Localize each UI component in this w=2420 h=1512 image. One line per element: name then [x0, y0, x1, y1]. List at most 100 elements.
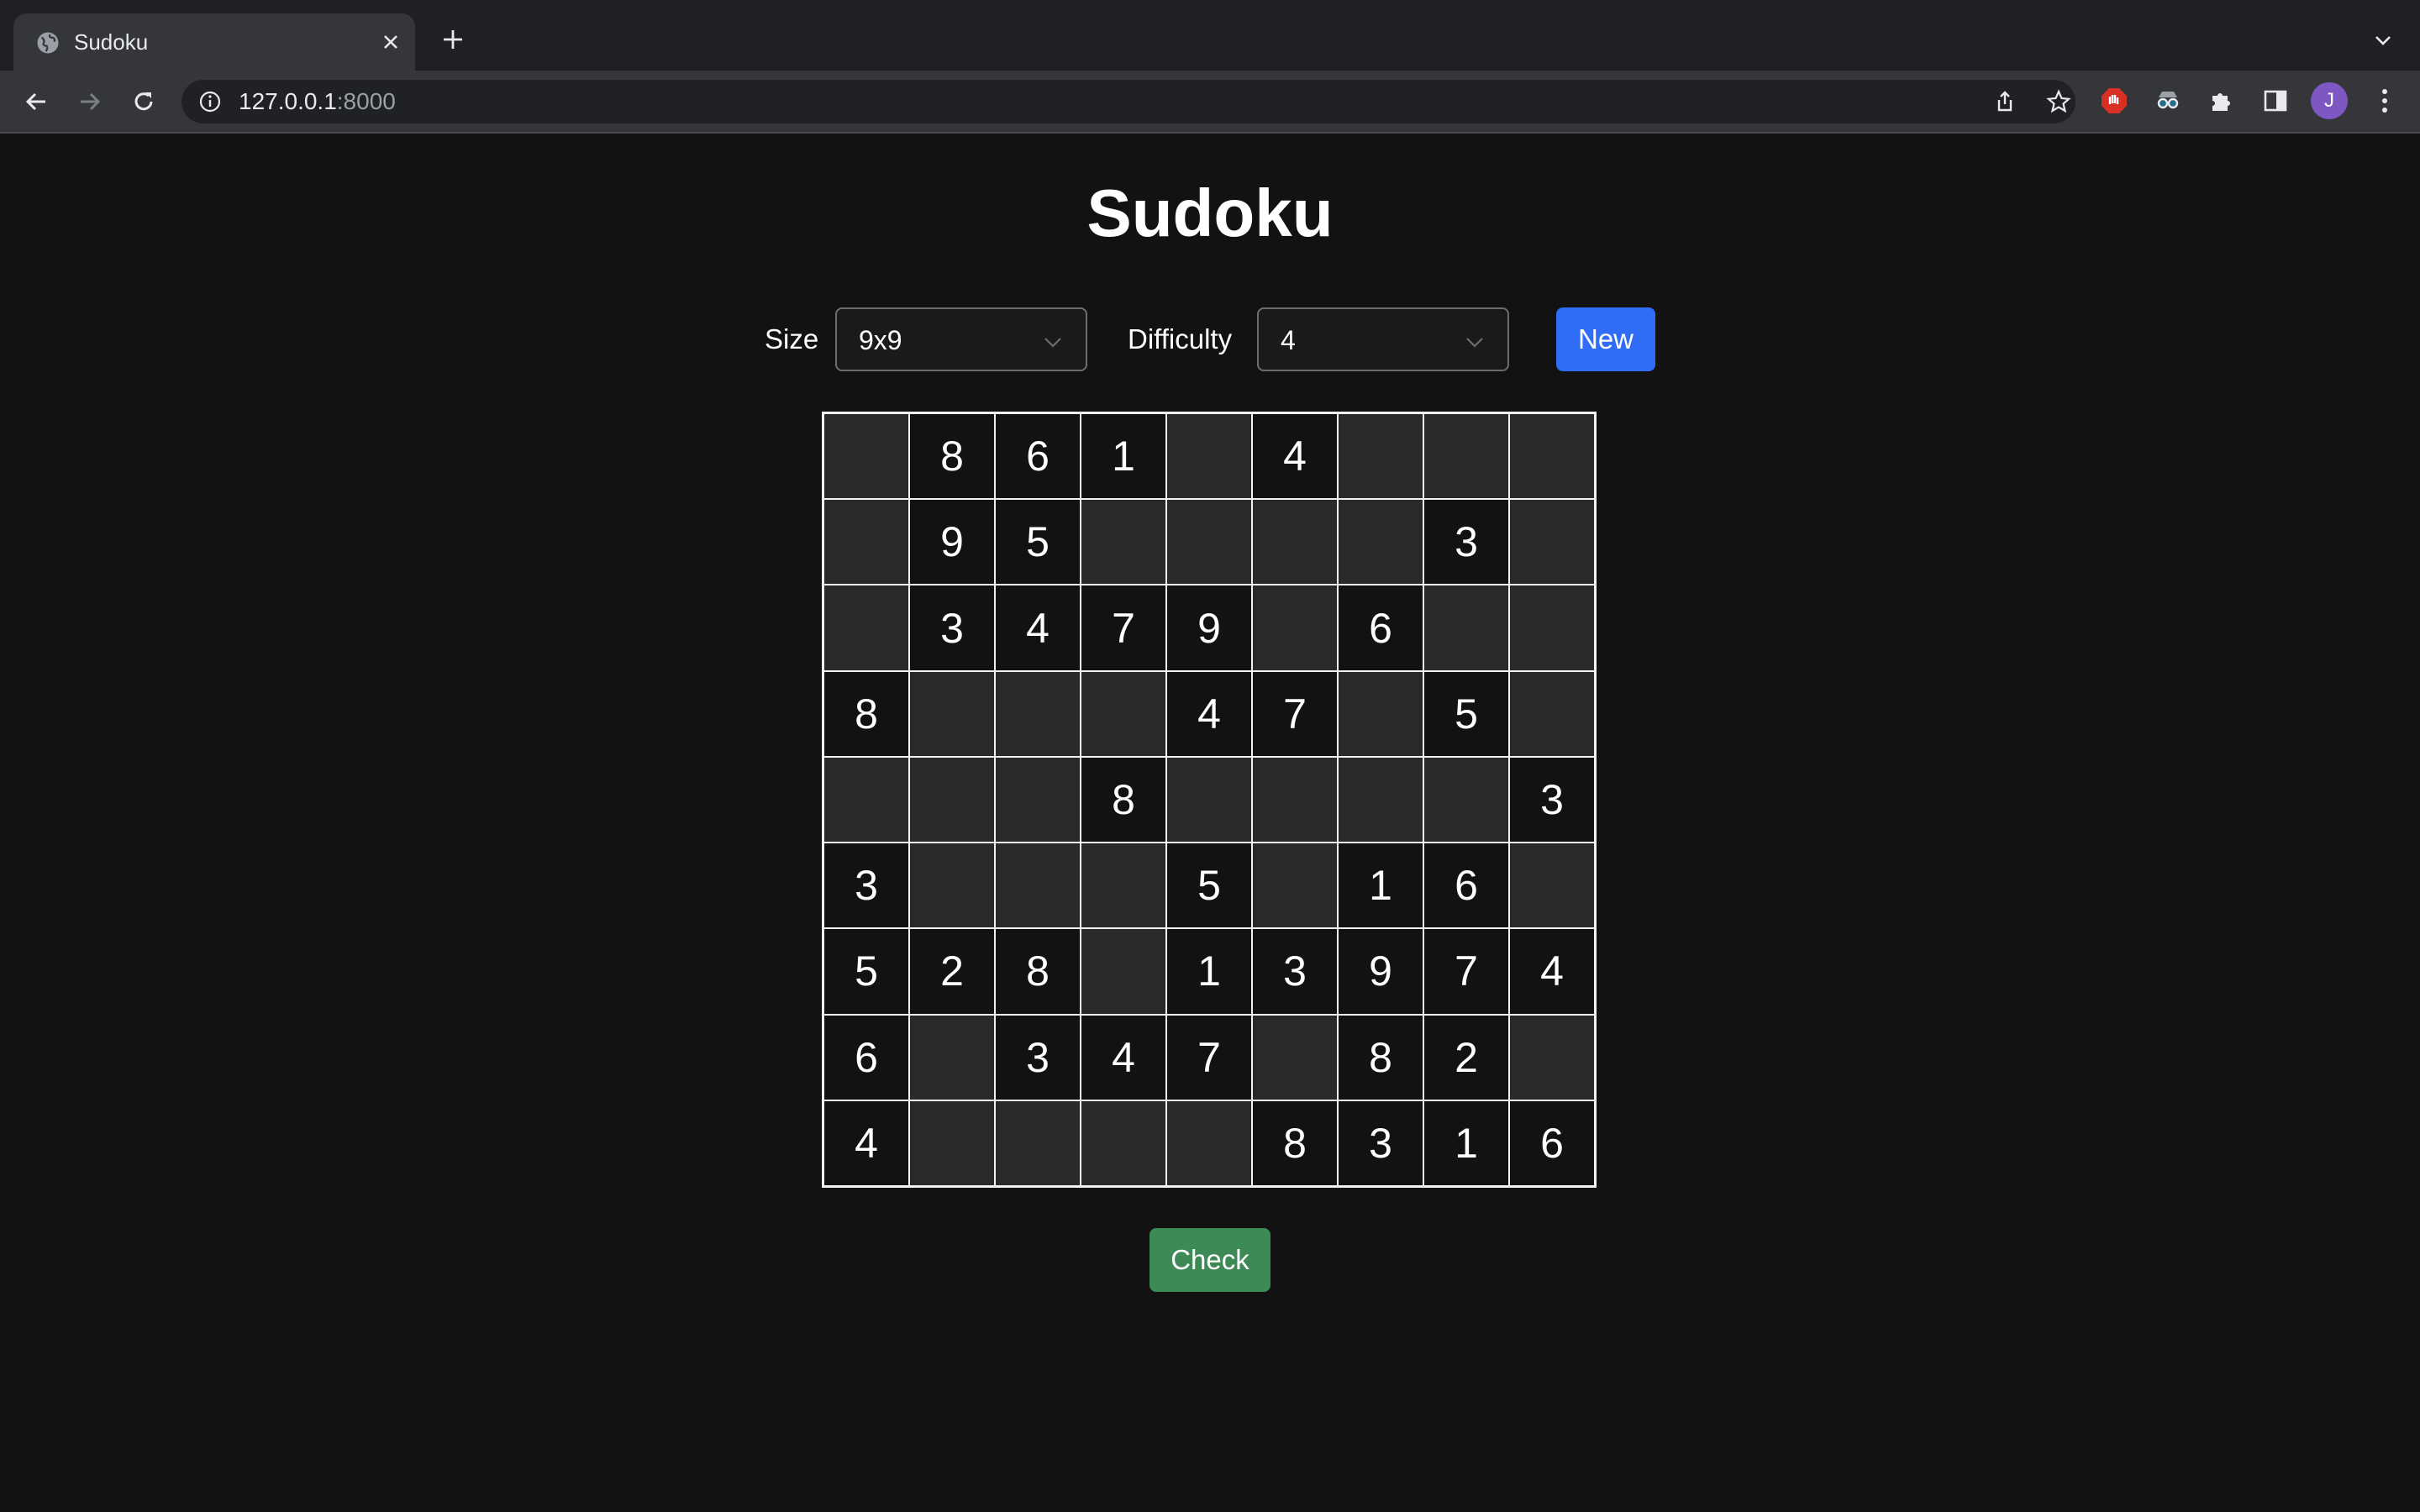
sudoku-cell[interactable]: 3 — [1339, 1100, 1423, 1185]
new-game-button[interactable]: New — [1556, 307, 1655, 371]
sudoku-cell[interactable] — [1167, 414, 1251, 499]
sudoku-cell[interactable] — [1510, 585, 1594, 670]
sudoku-cell[interactable] — [996, 671, 1080, 756]
sudoku-cell[interactable] — [1081, 500, 1165, 585]
sudoku-cell[interactable]: 9 — [1167, 585, 1251, 670]
sudoku-cell[interactable] — [910, 671, 994, 756]
sudoku-cell[interactable] — [824, 757, 908, 843]
sudoku-cell[interactable] — [1510, 843, 1594, 928]
puzzle-extensions-icon[interactable] — [2205, 84, 2238, 118]
sudoku-cell[interactable] — [1424, 757, 1508, 843]
side-panel-icon[interactable] — [2259, 84, 2292, 118]
sudoku-cell[interactable]: 4 — [1167, 671, 1251, 756]
url-text[interactable]: 127.0.0.1:8000 — [239, 87, 396, 116]
spy-extension-icon[interactable] — [2151, 84, 2185, 118]
reload-icon[interactable] — [124, 82, 163, 121]
sudoku-cell[interactable]: 3 — [1510, 757, 1594, 843]
sudoku-cell[interactable]: 1 — [1339, 843, 1423, 928]
sudoku-cell[interactable]: 3 — [1253, 929, 1337, 1014]
sudoku-cell[interactable] — [910, 1015, 994, 1100]
sudoku-cell[interactable] — [1339, 500, 1423, 585]
sudoku-cell[interactable] — [1253, 757, 1337, 843]
back-icon[interactable] — [17, 82, 55, 121]
sudoku-cell[interactable]: 1 — [1167, 929, 1251, 1014]
sudoku-cell[interactable] — [1510, 414, 1594, 499]
sudoku-cell[interactable] — [996, 843, 1080, 928]
forward-icon[interactable] — [71, 82, 109, 121]
sudoku-cell[interactable]: 3 — [824, 843, 908, 928]
address-bar[interactable]: 127.0.0.1:8000 — [182, 80, 2075, 123]
sudoku-cell[interactable]: 4 — [1081, 1015, 1165, 1100]
sudoku-cell[interactable]: 3 — [1424, 500, 1508, 585]
sudoku-cell[interactable] — [1424, 585, 1508, 670]
sudoku-cell[interactable]: 2 — [1424, 1015, 1508, 1100]
sudoku-cell[interactable]: 8 — [1081, 757, 1165, 843]
check-button[interactable]: Check — [1150, 1228, 1270, 1292]
chevron-down-icon[interactable] — [2368, 25, 2398, 55]
sudoku-cell[interactable] — [1253, 1015, 1337, 1100]
sudoku-cell[interactable] — [1081, 843, 1165, 928]
sudoku-cell[interactable] — [996, 1100, 1080, 1185]
sudoku-cell[interactable]: 8 — [910, 414, 994, 499]
sudoku-cell[interactable]: 7 — [1424, 929, 1508, 1014]
sudoku-cell[interactable] — [1253, 500, 1337, 585]
sudoku-cell[interactable] — [996, 757, 1080, 843]
sudoku-cell[interactable]: 5 — [824, 929, 908, 1014]
sudoku-cell[interactable]: 5 — [1167, 843, 1251, 928]
sudoku-cell[interactable] — [1339, 757, 1423, 843]
sudoku-cell[interactable] — [1081, 929, 1165, 1014]
sudoku-cell[interactable]: 6 — [1510, 1100, 1594, 1185]
sudoku-cell[interactable]: 6 — [824, 1015, 908, 1100]
more-menu-icon[interactable] — [2368, 84, 2402, 118]
sudoku-cell[interactable] — [1081, 1100, 1165, 1185]
close-tab-icon[interactable] — [373, 24, 408, 60]
sudoku-cell[interactable] — [1424, 414, 1508, 499]
sudoku-cell[interactable] — [910, 1100, 994, 1185]
sudoku-cell[interactable] — [1081, 671, 1165, 756]
sudoku-cell[interactable]: 4 — [1253, 414, 1337, 499]
sudoku-cell[interactable] — [1253, 843, 1337, 928]
sudoku-cell[interactable]: 9 — [910, 500, 994, 585]
sudoku-cell[interactable]: 7 — [1253, 671, 1337, 756]
sudoku-cell[interactable]: 7 — [1167, 1015, 1251, 1100]
sudoku-cell[interactable]: 6 — [1339, 585, 1423, 670]
sudoku-cell[interactable] — [1339, 671, 1423, 756]
info-icon[interactable] — [198, 90, 222, 113]
sudoku-cell[interactable]: 8 — [824, 671, 908, 756]
sudoku-cell[interactable] — [910, 843, 994, 928]
sudoku-cell[interactable] — [1339, 414, 1423, 499]
sudoku-cell[interactable]: 2 — [910, 929, 994, 1014]
sudoku-cell[interactable] — [1167, 500, 1251, 585]
sudoku-cell[interactable] — [1253, 585, 1337, 670]
sudoku-cell[interactable]: 8 — [1253, 1100, 1337, 1185]
sudoku-cell[interactable] — [824, 500, 908, 585]
sudoku-cell[interactable] — [1510, 500, 1594, 585]
sudoku-cell[interactable] — [1167, 757, 1251, 843]
sudoku-cell[interactable] — [910, 757, 994, 843]
sudoku-cell[interactable]: 9 — [1339, 929, 1423, 1014]
sudoku-cell[interactable]: 1 — [1424, 1100, 1508, 1185]
sudoku-cell[interactable]: 4 — [824, 1100, 908, 1185]
sudoku-cell[interactable]: 4 — [1510, 929, 1594, 1014]
share-icon[interactable] — [1991, 88, 2018, 115]
sudoku-cell[interactable]: 6 — [1424, 843, 1508, 928]
sudoku-cell[interactable] — [1510, 1015, 1594, 1100]
sudoku-cell[interactable]: 5 — [996, 500, 1080, 585]
sudoku-cell[interactable]: 3 — [910, 585, 994, 670]
sudoku-cell[interactable]: 7 — [1081, 585, 1165, 670]
sudoku-cell[interactable] — [1510, 671, 1594, 756]
sudoku-cell[interactable]: 3 — [996, 1015, 1080, 1100]
sudoku-cell[interactable]: 8 — [996, 929, 1080, 1014]
size-select[interactable]: 9x9 — [835, 307, 1087, 371]
new-tab-icon[interactable] — [435, 22, 471, 57]
bookmark-star-icon[interactable] — [2045, 88, 2072, 115]
sudoku-cell[interactable] — [824, 585, 908, 670]
sudoku-cell[interactable]: 8 — [1339, 1015, 1423, 1100]
adblock-extension-icon[interactable] — [2097, 84, 2131, 118]
sudoku-cell[interactable] — [1167, 1100, 1251, 1185]
difficulty-select[interactable]: 4 — [1257, 307, 1509, 371]
sudoku-cell[interactable]: 5 — [1424, 671, 1508, 756]
sudoku-cell[interactable]: 6 — [996, 414, 1080, 499]
sudoku-cell[interactable]: 1 — [1081, 414, 1165, 499]
sudoku-cell[interactable] — [824, 414, 908, 499]
